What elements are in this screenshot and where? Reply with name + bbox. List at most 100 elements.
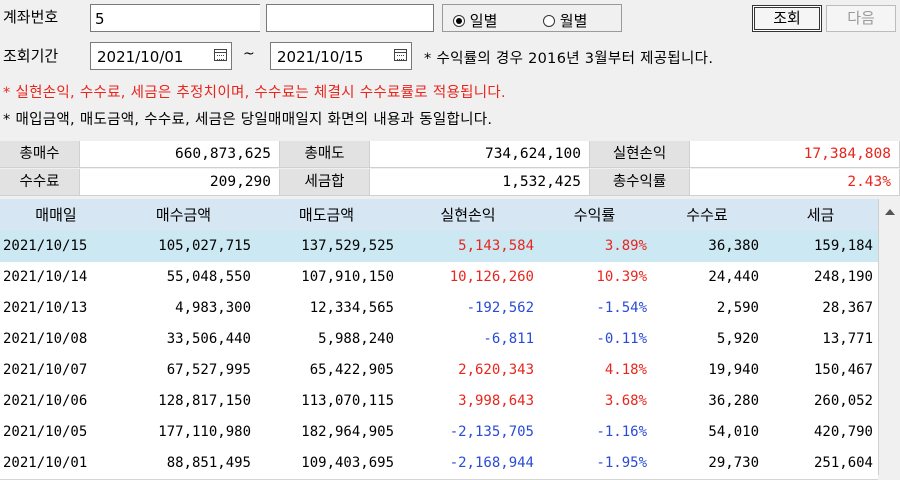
cell-sell: 182,964,905 <box>301 424 394 440</box>
cell-fee: 36,380 <box>708 238 759 254</box>
col-return[interactable]: 수익률 <box>538 199 651 231</box>
cell-fee: 36,280 <box>708 393 759 409</box>
radio-daily-label: 일별 <box>469 12 498 30</box>
total-return-value: 2.43% <box>690 169 900 196</box>
vertical-scrollbar[interactable] <box>878 199 900 475</box>
total-return-label: 총수익률 <box>590 169 690 196</box>
cell-pl: 3,998,643 <box>458 393 534 409</box>
cell-tax: 260,052 <box>813 393 873 409</box>
col-trade-date[interactable]: 매매일 <box>0 199 112 231</box>
cell-fee: 2,590 <box>716 300 759 316</box>
table-row[interactable]: 2021/10/14 55,048,550 107,910,150 10,126… <box>0 262 878 294</box>
cell-date: 2021/10/14 <box>3 269 88 285</box>
fee-value: 209,290 <box>80 169 280 196</box>
table-row[interactable]: 2021/10/01 88,851,495 109,403,695 -2,168… <box>0 448 878 480</box>
cell-buy: 4,983,300 <box>175 300 251 316</box>
cell-sell: 137,529,525 <box>301 238 394 254</box>
date-to-input[interactable]: 2021/10/15 <box>270 42 412 70</box>
next-button[interactable]: 다음 <box>826 5 896 32</box>
col-realized-pl[interactable]: 실현손익 <box>398 199 538 231</box>
tax-sum-label: 세금합 <box>280 169 370 196</box>
table-row[interactable]: 2021/10/05 177,110,980 182,964,905 -2,13… <box>0 417 878 449</box>
cell-return: -1.95% <box>596 455 647 471</box>
cell-tax: 248,190 <box>813 269 873 285</box>
cell-tax: 28,367 <box>822 300 873 316</box>
cell-sell: 113,070,115 <box>301 393 394 409</box>
cell-sell: 109,403,695 <box>301 455 394 471</box>
cell-pl: 5,143,584 <box>458 238 534 254</box>
cell-date: 2021/10/01 <box>3 455 88 471</box>
table-row[interactable]: 2021/10/08 33,506,440 5,988,240 -6,811 -… <box>0 324 878 356</box>
table-row[interactable]: 2021/10/13 4,983,300 12,334,565 -192,562… <box>0 293 878 325</box>
col-buy-amount[interactable]: 매수금액 <box>112 199 255 231</box>
cell-sell: 12,334,565 <box>309 300 394 316</box>
cell-tax: 420,790 <box>813 424 873 440</box>
cell-sell: 107,910,150 <box>301 269 394 285</box>
table-header: 매매일 매수금액 매도금액 실현손익 수익률 수수료 세금 <box>0 199 878 232</box>
cell-tax: 150,467 <box>813 362 873 378</box>
cell-return: 3.68% <box>604 393 647 409</box>
total-buy-value: 660,873,625 <box>80 141 280 168</box>
cell-tax: 13,771 <box>822 331 873 347</box>
cell-date: 2021/10/15 <box>3 238 88 254</box>
cell-buy: 33,506,440 <box>166 331 251 347</box>
fee-label: 수수료 <box>0 169 80 196</box>
cell-buy: 105,027,715 <box>158 238 251 254</box>
date-separator: ~ <box>243 46 255 62</box>
realized-pl-label: 실현손익 <box>590 141 690 168</box>
account-name-field <box>266 4 434 32</box>
info-note: * 매입금액, 매도금액, 수수료, 세금은 당일매매일지 화면의 내용과 동일… <box>3 112 493 128</box>
radio-monthly-indicator <box>543 15 555 27</box>
cell-pl: -6,811 <box>483 331 534 347</box>
total-buy-label: 총매수 <box>0 141 80 168</box>
cell-return: -0.11% <box>596 331 647 347</box>
col-sell-amount[interactable]: 매도금액 <box>255 199 398 231</box>
table-row[interactable]: 2021/10/06 128,817,150 113,070,115 3,998… <box>0 386 878 418</box>
cell-pl: 10,126,260 <box>449 269 534 285</box>
period-note: * 수익률의 경우 2016년 3월부터 제공됩니다. <box>424 51 714 67</box>
date-to-value: 2021/10/15 <box>277 48 364 66</box>
radio-monthly[interactable]: 월별 <box>543 10 587 31</box>
cell-return: -1.54% <box>596 300 647 316</box>
realized-pl-value: 17,384,808 <box>690 141 900 168</box>
cell-tax: 251,604 <box>813 455 873 471</box>
total-sell-label: 총매도 <box>280 141 370 168</box>
scroll-up-icon[interactable] <box>885 209 895 215</box>
cell-buy: 177,110,980 <box>158 424 251 440</box>
cell-tax: 159,184 <box>813 238 873 254</box>
cell-date: 2021/10/05 <box>3 424 88 440</box>
account-value: 5 <box>95 10 105 28</box>
cell-pl: -2,168,944 <box>449 455 534 471</box>
table-row[interactable]: 2021/10/15 105,027,715 137,529,525 5,143… <box>0 231 878 263</box>
cell-return: -1.16% <box>596 424 647 440</box>
cell-fee: 29,730 <box>708 455 759 471</box>
radio-monthly-label: 월별 <box>559 12 588 30</box>
col-tax[interactable]: 세금 <box>763 199 878 231</box>
date-from-input[interactable]: 2021/10/01 <box>90 42 232 70</box>
cell-date: 2021/10/13 <box>3 300 88 316</box>
table-row[interactable]: 2021/10/07 67,527,995 65,422,905 2,620,3… <box>0 355 878 387</box>
cell-sell: 5,988,240 <box>318 331 394 347</box>
account-input[interactable]: 5 <box>90 4 260 32</box>
col-fee[interactable]: 수수료 <box>651 199 763 231</box>
cell-fee: 19,940 <box>708 362 759 378</box>
cell-fee: 24,440 <box>708 269 759 285</box>
period-label: 조회기간 <box>3 47 59 65</box>
cell-return: 10.39% <box>596 269 647 285</box>
cell-return: 3.89% <box>604 238 647 254</box>
cell-pl: -2,135,705 <box>449 424 534 440</box>
cell-return: 4.18% <box>604 362 647 378</box>
cell-pl: -192,562 <box>466 300 534 316</box>
date-from-value: 2021/10/01 <box>97 48 184 66</box>
cell-date: 2021/10/06 <box>3 393 88 409</box>
calendar-icon[interactable] <box>214 49 227 61</box>
cell-buy: 128,817,150 <box>158 393 251 409</box>
query-button[interactable]: 조회 <box>752 5 822 32</box>
cell-fee: 54,010 <box>708 424 759 440</box>
radio-daily[interactable]: 일별 <box>453 10 497 31</box>
total-sell-value: 734,624,100 <box>370 141 590 168</box>
calendar-icon[interactable] <box>394 49 407 61</box>
cell-buy: 88,851,495 <box>166 455 251 471</box>
cell-sell: 65,422,905 <box>309 362 394 378</box>
period-type-group: 일별 월별 <box>442 4 622 32</box>
